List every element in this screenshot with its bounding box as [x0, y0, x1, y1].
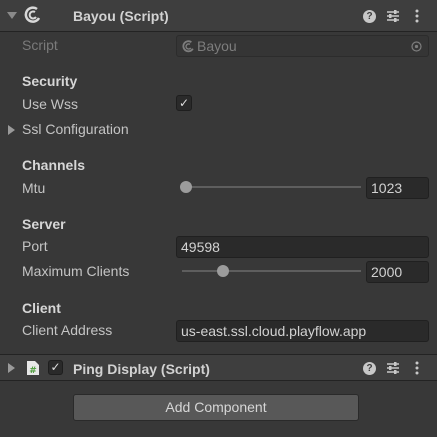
add-component-button[interactable]: Add Component: [73, 394, 359, 421]
mtu-slider-track[interactable]: [182, 186, 361, 188]
client-heading: Client: [22, 300, 61, 316]
client-address-label: Client Address: [22, 322, 113, 338]
kebab-menu-icon[interactable]: [414, 9, 420, 23]
max-clients-slider-knob[interactable]: [216, 265, 229, 277]
help-icon[interactable]: ?: [363, 10, 376, 23]
mtu-slider-knob[interactable]: [180, 181, 192, 193]
presets-icon[interactable]: [386, 9, 400, 23]
max-clients-value-field[interactable]: 2000: [366, 261, 429, 283]
client-address-field[interactable]: us-east.ssl.cloud.playflow.app: [176, 320, 429, 342]
ping-display-title: Ping Display (Script): [73, 361, 210, 377]
collapse-arrow-icon[interactable]: [7, 12, 17, 19]
help-icon[interactable]: ?: [363, 362, 376, 375]
port-field[interactable]: 49598: [176, 236, 429, 258]
ssl-configuration-foldout[interactable]: Ssl Configuration: [22, 121, 129, 137]
script-file-icon: [182, 40, 194, 53]
expand-arrow-icon[interactable]: [8, 363, 15, 373]
bayou-component-header[interactable]: Bayou (Script) ?: [0, 0, 437, 32]
object-picker-icon[interactable]: [411, 41, 422, 52]
script-value: Bayou: [197, 38, 237, 54]
script-field[interactable]: Bayou: [176, 35, 429, 57]
ping-display-enabled-checkbox[interactable]: ✓: [48, 360, 63, 375]
use-wss-label: Use Wss: [22, 96, 78, 112]
mtu-value-field[interactable]: 1023: [366, 177, 429, 199]
use-wss-checkbox[interactable]: ✓: [176, 95, 192, 111]
mtu-label: Mtu: [22, 180, 46, 196]
script-label: Script: [22, 37, 58, 53]
security-heading: Security: [22, 73, 78, 89]
component-title: Bayou (Script): [73, 8, 169, 24]
server-heading: Server: [22, 216, 66, 232]
channels-heading: Channels: [22, 157, 86, 173]
ping-display-component-header[interactable]: # ✓ Ping Display (Script) ?: [0, 354, 437, 381]
bayou-script-icon: [24, 6, 41, 23]
csharp-script-icon: #: [27, 361, 39, 376]
ssl-foldout-arrow-icon[interactable]: [8, 125, 15, 135]
max-clients-slider-track[interactable]: [182, 270, 361, 272]
kebab-menu-icon[interactable]: [414, 361, 420, 375]
maximum-clients-label: Maximum Clients: [22, 263, 130, 279]
presets-icon[interactable]: [386, 361, 400, 375]
port-label: Port: [22, 238, 48, 254]
svg-text:#: #: [29, 366, 37, 376]
